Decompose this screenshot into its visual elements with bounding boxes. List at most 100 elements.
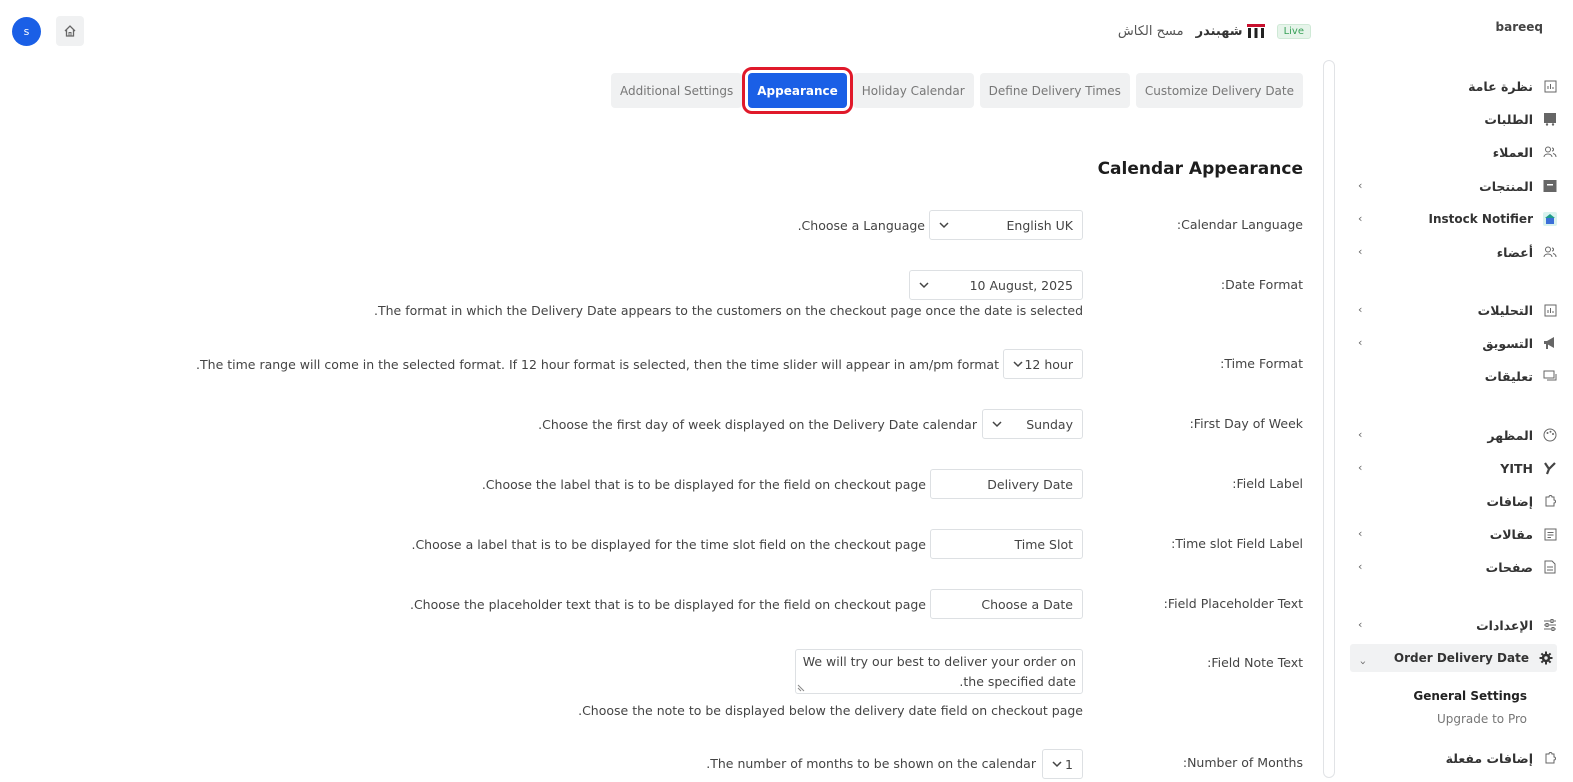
tab-define-delivery-times[interactable]: Define Delivery Times	[979, 73, 1130, 108]
months-desc: .The number of months to be shown on the…	[706, 756, 1036, 771]
comments-icon	[1543, 369, 1557, 383]
timeslot-label-desc: .Choose a label that is to be displayed …	[411, 537, 926, 552]
placeholder-label: :Field Placeholder Text	[1163, 596, 1303, 611]
sidebar-item-members[interactable]: أعضاء ‹	[1352, 238, 1557, 266]
sidebar-item-pages[interactable]: صفحات ‹	[1352, 553, 1557, 581]
pages-icon	[1543, 560, 1557, 574]
calendar-language-select[interactable]: English UK	[929, 210, 1083, 240]
products-box-icon	[1543, 179, 1557, 193]
sidebar-sub-general-settings[interactable]: General Settings	[1413, 689, 1527, 703]
chevron-left-icon: ‹	[1358, 212, 1363, 225]
tab-holiday-calendar[interactable]: Holiday Calendar	[852, 73, 974, 108]
months-select[interactable]: 1	[1042, 749, 1083, 779]
sidebar-item-posts[interactable]: مقالات ‹	[1352, 520, 1557, 548]
date-format-label: :Date Format	[1220, 277, 1303, 292]
top-nav: مسح الكاش شهبندر Live	[1118, 20, 1311, 42]
sidebar-item-order-delivery-date[interactable]: Order Delivery Date ‹	[1350, 644, 1557, 672]
sidebar-item-comments[interactable]: تعليقات	[1352, 362, 1557, 390]
tab-appearance[interactable]: Appearance	[742, 67, 853, 114]
chevron-down-icon	[1013, 361, 1023, 368]
posts-icon	[1543, 527, 1557, 541]
plugin-icon	[1543, 494, 1557, 508]
sidebar-item-settings[interactable]: الإعدادات ‹	[1352, 611, 1557, 639]
store-link[interactable]: شهبندر	[1196, 24, 1265, 39]
customers-icon	[1543, 145, 1557, 159]
sidebar-item-instock-notifier[interactable]: Instock Notifier ‹	[1352, 205, 1557, 233]
first-day-select[interactable]: Sunday	[982, 409, 1083, 439]
note-label: :Field Note Text	[1207, 655, 1303, 670]
field-label-label: :Field Label	[1232, 476, 1303, 491]
palette-icon	[1543, 428, 1557, 442]
chevron-left-icon: ‹	[1358, 303, 1363, 316]
chevron-left-icon: ‹	[1358, 527, 1363, 540]
timeslot-label-input[interactable]: Time Slot	[930, 529, 1083, 559]
sidebar-item-yith[interactable]: YITH ‹	[1352, 454, 1557, 482]
sidebar-item-customers[interactable]: العملاء	[1352, 138, 1557, 166]
placeholder-input[interactable]: Choose a Date	[930, 589, 1083, 619]
chevron-down-icon	[992, 421, 1002, 428]
megaphone-icon	[1543, 336, 1557, 350]
sidebar-item-products[interactable]: المنتجات ‹	[1352, 172, 1557, 200]
first-day-desc: .Choose the first day of week displayed …	[538, 417, 977, 432]
time-format-desc: .The time range will come in the selecte…	[196, 357, 999, 372]
date-format-select[interactable]: 10 August, 2025	[909, 270, 1083, 300]
calendar-language-label: :Calendar Language	[1176, 217, 1303, 232]
brand-name: bareeq	[1495, 20, 1543, 34]
chevron-left-icon: ‹	[1358, 461, 1363, 474]
chevron-left-icon: ‹	[1358, 336, 1363, 349]
chevron-down-icon	[939, 222, 949, 229]
home-button[interactable]	[56, 16, 84, 46]
admin-sidebar: نظرة عامة الطلبات العملاء المنتجات ‹ Ins…	[1338, 60, 1573, 782]
sidebar-item-active-plugins[interactable]: إضافات مفعلة	[1352, 744, 1557, 772]
sidebar-item-orders[interactable]: الطلبات	[1352, 105, 1557, 133]
analytics-icon	[1543, 303, 1557, 317]
store-name: شهبندر	[1195, 23, 1243, 39]
note-line-1: We will try our best to deliver your ord…	[802, 654, 1076, 669]
chevron-down-icon	[1052, 761, 1062, 768]
user-avatar[interactable]: s	[12, 17, 41, 46]
chevron-left-icon: ‹	[1358, 428, 1363, 441]
clear-cache-link[interactable]: مسح الكاش	[1118, 24, 1184, 39]
chevron-left-icon: ‹	[1358, 179, 1363, 192]
time-format-select[interactable]: 12 hour	[1003, 349, 1083, 379]
field-label-input[interactable]: Delivery Date	[930, 469, 1083, 499]
settings-sliders-icon	[1543, 618, 1557, 632]
sidebar-item-marketing[interactable]: التسويق ‹	[1352, 329, 1557, 357]
live-badge: Live	[1276, 23, 1311, 39]
timeslot-label-label: :Time slot Field Label	[1171, 536, 1303, 551]
chevron-left-icon: ‹	[1358, 245, 1363, 258]
content-scrollbar[interactable]	[1323, 60, 1335, 778]
first-day-label: :First Day of Week	[1189, 416, 1303, 431]
sidebar-item-appearance[interactable]: المظهر ‹	[1352, 421, 1557, 449]
placeholder-desc: .Choose the placeholder text that is to …	[409, 597, 926, 612]
note-textarea[interactable]: We will try our best to deliver your ord…	[795, 649, 1083, 694]
field-label-desc: .Choose the label that is to be displaye…	[481, 477, 926, 492]
sidebar-item-analytics[interactable]: التحليلات ‹	[1352, 296, 1557, 324]
chevron-left-icon: ‹	[1358, 560, 1363, 573]
settings-tabs: Customize Delivery Date Define Delivery …	[610, 67, 1303, 114]
store-logo-icon	[1246, 24, 1265, 38]
sidebar-item-plugins[interactable]: إضافات	[1352, 487, 1557, 515]
time-format-label: :Time Format	[1220, 356, 1303, 371]
chart-icon	[1543, 79, 1557, 93]
home-icon	[64, 25, 76, 37]
yith-icon	[1543, 461, 1557, 475]
chevron-down-icon: ‹	[1356, 660, 1369, 665]
bell-store-icon	[1543, 212, 1557, 226]
members-icon	[1543, 245, 1557, 259]
plugin-icon	[1543, 751, 1557, 765]
sidebar-sub-upgrade-to-pro[interactable]: Upgrade to Pro	[1437, 712, 1527, 726]
tab-additional-settings[interactable]: Additional Settings	[610, 73, 743, 108]
sidebar-item-overview[interactable]: نظرة عامة	[1352, 72, 1557, 100]
months-label: :Number of Months	[1182, 755, 1303, 770]
chevron-left-icon: ‹	[1358, 618, 1363, 631]
note-desc: .Choose the note to be displayed below t…	[578, 703, 1083, 718]
chevron-down-icon	[919, 282, 929, 289]
section-title: Calendar Appearance	[1097, 159, 1303, 179]
calendar-language-desc: .Choose a Language	[797, 218, 925, 233]
gear-icon	[1539, 651, 1553, 665]
resize-handle-icon[interactable]	[797, 684, 805, 692]
date-format-desc: .The format in which the Delivery Date a…	[374, 303, 1083, 318]
tab-customize-delivery-date[interactable]: Customize Delivery Date	[1135, 73, 1303, 108]
note-line-2: .the specified date	[959, 674, 1076, 689]
